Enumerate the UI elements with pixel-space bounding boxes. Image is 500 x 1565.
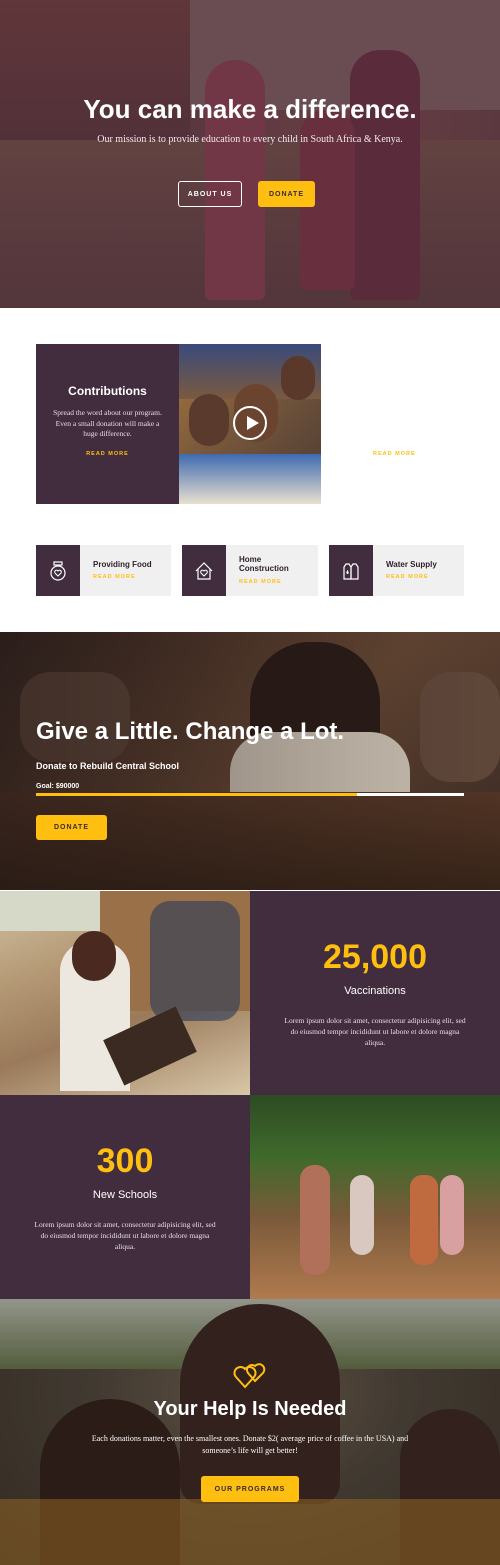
stat-panel-vaccinations: 25,000 Vaccinations Lorem ipsum dolor si… [250,891,500,1095]
hero-overlay [0,0,500,308]
stat-panel-schools: 300 New Schools Lorem ipsum dolor sit am… [0,1095,250,1299]
donation-progress-bar [36,793,464,796]
contributions-read-more-link[interactable]: READ MORE [36,451,179,457]
service-title: Water Supply [386,560,437,569]
service-icon-box [36,545,80,596]
food-jar-icon [50,560,66,581]
service-title: Providing Food [93,560,152,569]
service-card-water[interactable]: Water Supply READ MORE [329,545,464,596]
service-card-home[interactable]: Home Construction READ MORE [182,545,318,596]
contributions-text: Spread the word about our program. Even … [53,408,162,438]
hearts-icon [233,1363,266,1389]
donation-progress-fill [36,793,357,796]
child-with-tablet-photo [0,891,250,1095]
help-overlay [0,1299,500,1565]
home-heart-icon [195,561,213,580]
about-us-button[interactable]: ABOUT US [178,181,242,207]
help-title: Your Help Is Needed [153,1398,347,1420]
donation-donate-button[interactable]: DONATE [36,815,107,840]
service-title: Home Construction [239,555,289,573]
service-body: Water Supply READ MORE [373,545,464,596]
stat-text: Lorem ipsum dolor sit amet, consectetur … [34,1220,216,1251]
contributions-card: Contributions Spread the word about our … [36,344,179,504]
play-icon[interactable] [233,406,267,440]
service-read-more-link[interactable]: READ MORE [93,574,136,580]
contributions-video-thumbnail[interactable] [179,344,321,504]
service-read-more-link[interactable]: READ MORE [239,579,282,585]
stat-text: Lorem ipsum dolor sit amet, consectetur … [284,1016,466,1047]
children-running-photo [250,1095,500,1299]
service-body: Providing Food READ MORE [80,545,171,596]
hero-title: You can make a difference. [83,94,417,124]
service-body: Home Construction READ MORE [226,545,318,596]
service-read-more-link[interactable]: READ MORE [386,574,429,580]
donation-title: Give a Little. Change a Lot. [36,718,345,745]
donation-goal: Goal: $90000 [36,783,80,790]
hero-subtitle: Our mission is to provide education to e… [97,134,403,145]
secondary-read-more-link[interactable]: READ MORE [373,451,416,457]
stat-label: Vaccinations [344,985,406,997]
help-text: Each donations matter, even the smallest… [91,1434,409,1455]
hero-section [0,0,500,308]
water-bottles-icon [343,562,359,580]
our-programs-button[interactable]: OUR PROGRAMS [201,1476,299,1502]
donation-subtitle: Donate to Rebuild Central School [36,761,180,771]
stat-label: New Schools [92,1189,158,1201]
help-section [0,1299,500,1565]
stat-number: 300 [96,1142,154,1180]
contributions-title: Contributions [68,384,147,398]
service-icon-box [182,545,226,596]
hero-donate-button[interactable]: DONATE [258,181,315,207]
service-card-food[interactable]: Providing Food READ MORE [36,545,171,596]
stat-number: 25,000 [323,938,427,976]
service-icon-box [329,545,373,596]
